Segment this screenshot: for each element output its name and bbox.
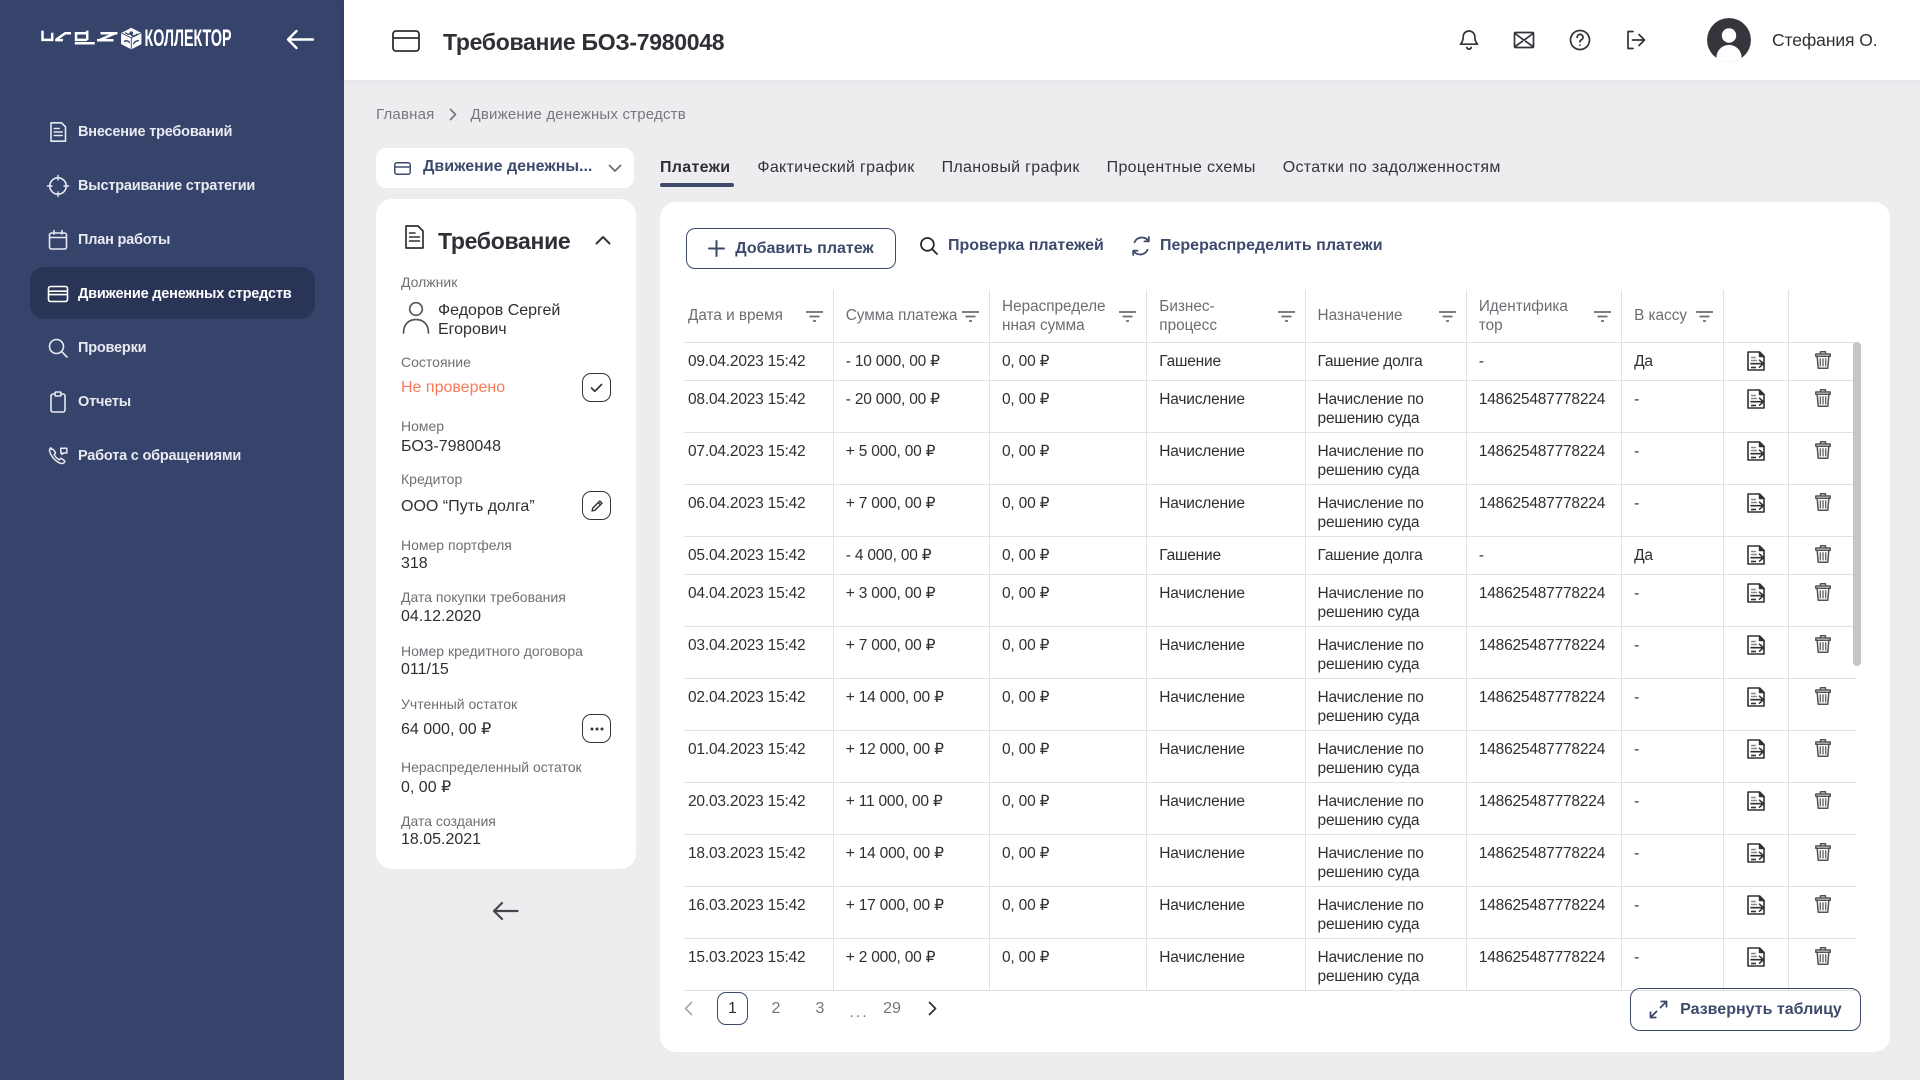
- svg-text:КОЛЛЕКТОР: КОЛЛЕКТОР: [145, 25, 232, 52]
